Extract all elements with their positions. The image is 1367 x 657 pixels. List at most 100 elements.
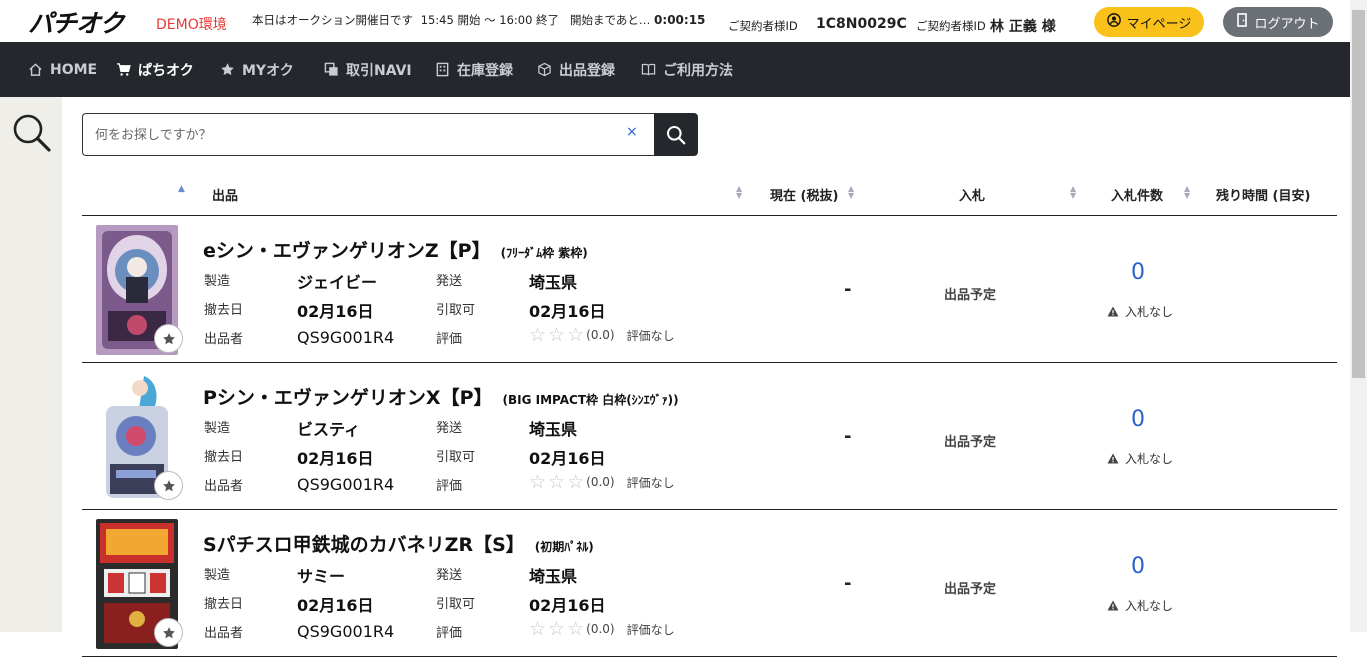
search-input[interactable] <box>95 124 615 146</box>
maker-label: 製造 <box>204 421 231 436</box>
shipping-value: 埼玉県 <box>529 420 578 439</box>
removal-date-label: 撤去日 <box>204 303 244 318</box>
building-icon <box>436 62 449 77</box>
warning-icon <box>1107 453 1119 464</box>
mypage-label: マイページ <box>1126 16 1192 32</box>
rating-label: 評価 <box>436 332 463 347</box>
bid-status: 出品予定 <box>944 582 997 597</box>
favorite-button[interactable] <box>154 324 183 353</box>
rating-label: 評価 <box>436 479 463 494</box>
sort-icon[interactable]: ▲ ▼ <box>848 185 854 200</box>
sort-icon[interactable]: ▲ ▼ <box>1070 185 1076 200</box>
mypage-button[interactable]: マイページ <box>1094 7 1204 37</box>
rating-score: (0.0) <box>586 328 615 342</box>
nav-item-usage-guide[interactable]: ご利用方法 <box>641 42 733 97</box>
nav-item-torihiki-navi[interactable]: 取引NAVI <box>324 42 412 97</box>
no-bid-text: 入札なし <box>1125 599 1174 613</box>
rating-stars: ☆ ☆ ☆ (0.0) 評価なし <box>529 618 675 640</box>
table-row[interactable]: Sパチスロ甲鉄城のカバネリZR【S】 (初期ﾊﾟﾈﾙ) 製造 サミー 発送 埼玉県… <box>82 510 1337 657</box>
sort-icon[interactable]: ▲ ▼ <box>1184 185 1190 200</box>
bid-count[interactable]: 0 <box>1131 407 1145 432</box>
nav-item-listing-register[interactable]: 出品登録 <box>537 42 615 97</box>
main-nav: HOME ぱちオク MYオク 取引NAVI 在庫登録 出品登録 ご利用方法 <box>0 42 1350 97</box>
product-title-text[interactable]: Sパチスロ甲鉄城のカバネリZR【S】 <box>203 534 525 556</box>
bid-status: 出品予定 <box>944 435 997 450</box>
box-icon <box>538 62 551 77</box>
product-subtitle: (BIG IMPACT枠 白枠(ｼﾝｴｳﾞｧ)) <box>502 393 679 407</box>
favorite-button[interactable] <box>154 618 183 647</box>
column-header-bid[interactable]: 入札 <box>959 185 985 204</box>
product-title[interactable]: Pシン・エヴァンゲリオンX【P】 (BIG IMPACT枠 白枠(ｼﾝｴｳﾞｧ)) <box>203 383 679 410</box>
top-bar: パチオク DEMO環境 本日はオークション開催日です 15:45 開始 ～ 16… <box>0 0 1350 42</box>
contract-name: 林 正義 様 <box>990 19 1056 35</box>
product-title-text[interactable]: Pシン・エヴァンゲリオンX【P】 <box>203 387 493 409</box>
no-bid-text: 入札なし <box>1125 305 1174 319</box>
favorite-button[interactable] <box>154 471 183 500</box>
product-title-text[interactable]: eシン・エヴァンゲリオンZ【P】 <box>203 240 491 262</box>
pickup-label: 引取可 <box>436 450 476 465</box>
star-icon <box>162 626 175 638</box>
empty-star-icon: ☆ <box>567 471 585 493</box>
bid-count[interactable]: 0 <box>1131 260 1145 285</box>
table-row[interactable]: eシン・エヴァンゲリオンZ【P】 (ﾌﾘｰﾀﾞﾑ枠 紫枠) 製造 ジェイビー 発送… <box>82 216 1337 363</box>
nav-item-pachioku[interactable]: ぱちオク <box>116 42 194 97</box>
no-bid-note: 入札なし <box>1107 450 1173 467</box>
removal-date-label: 撤去日 <box>204 597 244 612</box>
nav-item-stock-register[interactable]: 在庫登録 <box>435 42 513 97</box>
maker-value: ジェイビー <box>297 273 378 292</box>
nav-label: 出品登録 <box>559 62 615 79</box>
nav-label: MYオク <box>242 62 294 79</box>
shipping-label: 発送 <box>436 568 463 583</box>
empty-star-icon: ☆ <box>567 324 585 346</box>
auction-info-text: 本日はオークション開催日です <box>252 13 413 27</box>
nav-label: ぱちオク <box>138 62 194 79</box>
left-panel <box>0 97 62 632</box>
empty-star-icon: ☆ <box>567 618 585 640</box>
nav-item-home[interactable]: HOME <box>28 42 97 97</box>
nav-label: HOME <box>50 61 98 78</box>
column-header-product[interactable]: 出品 <box>212 185 238 204</box>
contract-id-label: ご契約者様ID <box>728 19 798 33</box>
column-header-bid-count[interactable]: 入札件数 <box>1111 185 1163 204</box>
demo-badge: DEMO環境 <box>156 17 227 33</box>
cart-icon <box>116 63 131 76</box>
search-toggle-icon[interactable] <box>12 113 52 153</box>
copy-icon <box>324 62 338 76</box>
rating-text: 評価なし <box>626 475 675 490</box>
site-logo[interactable]: パチオク <box>28 4 125 40</box>
maker-label: 製造 <box>204 274 231 289</box>
clear-search-button[interactable]: × <box>626 124 638 140</box>
book-icon <box>641 63 656 76</box>
removal-date-value: 02月16日 <box>297 449 374 468</box>
maker-label: 製造 <box>204 568 231 583</box>
current-price: - <box>844 573 852 594</box>
pickup-value: 02月16日 <box>529 302 606 321</box>
seller-value[interactable]: QS9G001R4 <box>297 475 394 494</box>
sort-asc-icon[interactable]: ▲ <box>178 184 185 194</box>
shipping-value: 埼玉県 <box>529 273 578 292</box>
nav-label: 取引NAVI <box>346 62 412 79</box>
product-title[interactable]: eシン・エヴァンゲリオンZ【P】 (ﾌﾘｰﾀﾞﾑ枠 紫枠) <box>203 236 588 263</box>
column-header-current[interactable]: 現在 (税抜) <box>770 185 838 204</box>
column-header-remaining[interactable]: 残り時間 (目安) <box>1216 185 1310 204</box>
empty-star-icon: ☆ <box>529 324 547 346</box>
no-bid-note: 入札なし <box>1107 597 1173 614</box>
pickup-value: 02月16日 <box>529 449 606 468</box>
product-subtitle: (ﾌﾘｰﾀﾞﾑ枠 紫枠) <box>500 246 588 260</box>
countdown-label: 開始まであと… <box>570 13 651 27</box>
removal-date-value: 02月16日 <box>297 302 374 321</box>
nav-item-myoku[interactable]: MYオク <box>220 42 294 97</box>
logout-button[interactable]: ログアウト <box>1223 7 1333 37</box>
sort-icon[interactable]: ▲ ▼ <box>736 185 742 200</box>
product-title[interactable]: Sパチスロ甲鉄城のカバネリZR【S】 (初期ﾊﾟﾈﾙ) <box>203 530 594 557</box>
seller-value[interactable]: QS9G001R4 <box>297 328 394 347</box>
pickup-value: 02月16日 <box>529 596 606 615</box>
bid-count[interactable]: 0 <box>1131 554 1145 579</box>
table-row[interactable]: Pシン・エヴァンゲリオンX【P】 (BIG IMPACT枠 白枠(ｼﾝｴｳﾞｧ))… <box>82 363 1337 510</box>
empty-star-icon: ☆ <box>548 618 566 640</box>
pickup-label: 引取可 <box>436 303 476 318</box>
search-button[interactable] <box>654 113 698 156</box>
scrollbar-thumb[interactable] <box>1352 10 1365 378</box>
maker-value: サミー <box>297 567 346 586</box>
no-bid-note: 入札なし <box>1107 303 1173 320</box>
